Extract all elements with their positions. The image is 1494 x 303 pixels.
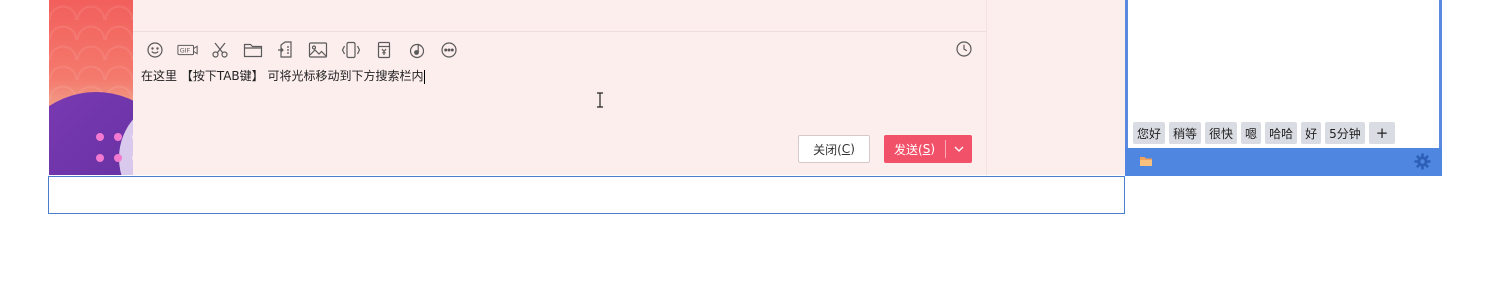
send-button-main[interactable]: 发送(S) bbox=[884, 140, 946, 158]
quick-phrase[interactable]: 嗯 bbox=[1241, 122, 1262, 144]
close-button-end: ) bbox=[850, 142, 855, 156]
close-button-label: 关闭( bbox=[813, 142, 842, 157]
message-history[interactable] bbox=[133, 0, 986, 32]
gif-icon[interactable]: GIF bbox=[177, 40, 199, 60]
send-options-chevron-down-icon[interactable] bbox=[946, 135, 972, 163]
input-toolbar: GIF bbox=[144, 40, 471, 60]
more-icon[interactable] bbox=[438, 40, 460, 60]
file-transfer-icon[interactable] bbox=[275, 40, 297, 60]
quick-phrase[interactable]: 您好 bbox=[1133, 122, 1166, 144]
send-button-key: S bbox=[922, 142, 931, 156]
image-icon[interactable] bbox=[307, 40, 329, 60]
ibeam-cursor-icon bbox=[597, 92, 603, 108]
chat-side-strip bbox=[986, 0, 1125, 175]
svg-text:GIF: GIF bbox=[179, 47, 190, 55]
send-button[interactable]: 发送(S) bbox=[884, 135, 972, 163]
scissors-icon[interactable] bbox=[209, 40, 231, 60]
history-clock-icon[interactable] bbox=[955, 40, 975, 60]
quick-phrase[interactable]: 好 bbox=[1301, 122, 1322, 144]
close-button-key: C bbox=[841, 142, 851, 156]
gear-icon[interactable] bbox=[1414, 153, 1431, 170]
shake-icon[interactable] bbox=[340, 40, 362, 60]
quick-phrase[interactable]: 哈哈 bbox=[1265, 122, 1298, 144]
message-input-text: 在这里 【按下TAB键】 可将光标移动到下方搜索栏内 bbox=[141, 69, 424, 83]
emoji-icon[interactable] bbox=[144, 40, 166, 60]
quick-phrases: 您好 稍等 很快 嗯 哈哈 好 5分钟 + bbox=[1133, 122, 1399, 144]
search-input[interactable] bbox=[48, 176, 1125, 214]
decoration-dots bbox=[96, 133, 133, 169]
music-icon[interactable] bbox=[406, 40, 428, 60]
quick-phrase[interactable]: 稍等 bbox=[1169, 122, 1202, 144]
send-button-end: ) bbox=[930, 142, 935, 156]
panel-footer bbox=[1125, 148, 1442, 176]
side-decoration bbox=[49, 0, 133, 175]
message-input[interactable]: 在这里 【按下TAB键】 可将光标移动到下方搜索栏内 bbox=[141, 68, 426, 84]
add-phrase-button[interactable]: + bbox=[1368, 122, 1396, 144]
text-caret bbox=[424, 69, 426, 84]
folder-icon[interactable] bbox=[1139, 155, 1153, 167]
quick-phrase[interactable]: 很快 bbox=[1205, 122, 1238, 144]
red-packet-icon[interactable] bbox=[373, 40, 395, 60]
screen: GIF 在这里 【按下TAB键】 可将光标移动到下方搜索栏内 关闭(C) 发… bbox=[0, 0, 1494, 303]
send-button-label: 发送( bbox=[894, 142, 923, 157]
chat-window: GIF 在这里 【按下TAB键】 可将光标移动到下方搜索栏内 关闭(C) 发… bbox=[49, 0, 1125, 175]
quick-phrase[interactable]: 5分钟 bbox=[1325, 122, 1365, 144]
folder-icon[interactable] bbox=[242, 40, 264, 60]
close-button[interactable]: 关闭(C) bbox=[798, 135, 870, 163]
